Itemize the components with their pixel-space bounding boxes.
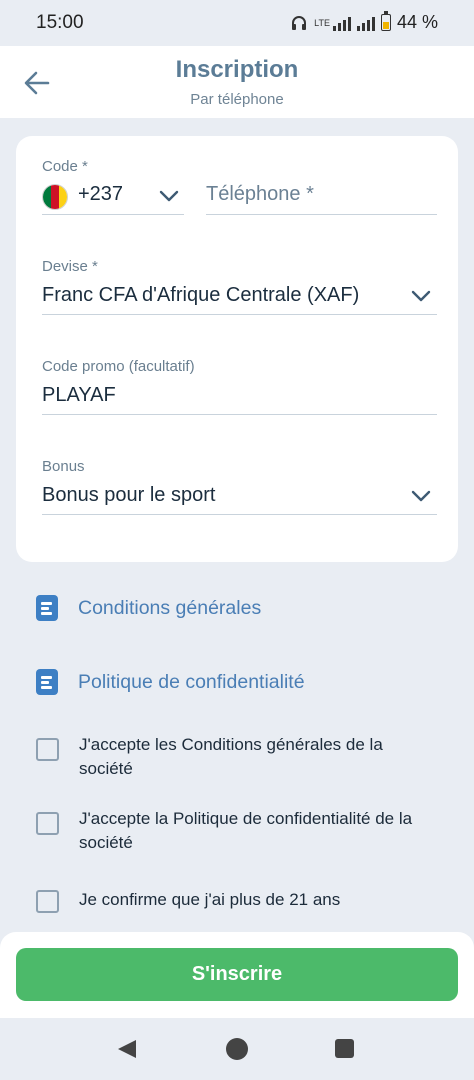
chevron-down-icon[interactable] xyxy=(158,189,180,203)
accept-terms-row[interactable]: J'accepte les Conditions générales de la… xyxy=(36,733,419,781)
bonus-select[interactable]: Bonus pour le sport xyxy=(42,484,215,507)
age-confirm-row[interactable]: Je confirme que j'ai plus de 21 ans xyxy=(36,888,419,913)
terms-link-label: Conditions générales xyxy=(78,596,262,619)
currency-underline xyxy=(42,314,437,315)
accept-privacy-label: J'accepte la Politique de confidentialit… xyxy=(79,809,413,852)
phone-input[interactable]: Téléphone * xyxy=(206,183,314,206)
promo-code-input[interactable]: PLAYAF xyxy=(42,384,116,407)
promo-label: Code promo (facultatif) xyxy=(42,358,195,375)
document-icon xyxy=(36,595,58,621)
page-subtitle: Par téléphone xyxy=(190,91,284,108)
accept-terms-label: J'accepte les Conditions générales de la… xyxy=(79,735,383,778)
page-title: Inscription xyxy=(175,56,299,83)
age-confirm-label: Je confirme que j'ai plus de 21 ans xyxy=(79,890,341,909)
accept-privacy-row[interactable]: J'accepte la Politique de confidentialit… xyxy=(36,807,419,855)
promo-underline xyxy=(42,414,437,415)
nav-home-icon[interactable] xyxy=(226,1038,248,1060)
app-header: Inscription Par téléphone xyxy=(0,46,474,118)
chevron-down-icon[interactable] xyxy=(410,289,432,303)
register-button[interactable]: S'inscrire xyxy=(16,948,458,1001)
network-type: LTE xyxy=(314,17,330,28)
accept-privacy-checkbox[interactable] xyxy=(36,812,59,835)
system-nav-bar xyxy=(0,1018,474,1080)
document-icon xyxy=(36,669,58,695)
status-time: 15:00 xyxy=(36,12,84,33)
terms-link[interactable]: Conditions générales xyxy=(36,595,261,621)
privacy-link[interactable]: Politique de confidentialité xyxy=(36,669,305,695)
currency-label: Devise * xyxy=(42,258,98,275)
status-icons: LTE 44 % xyxy=(290,11,438,33)
privacy-link-label: Politique de confidentialité xyxy=(78,670,305,693)
chevron-down-icon[interactable] xyxy=(410,489,432,503)
country-code-value[interactable]: +237 xyxy=(78,183,123,206)
phone-underline xyxy=(206,214,437,215)
headphones-icon xyxy=(292,15,307,30)
code-label: Code * xyxy=(42,158,88,175)
age-confirm-checkbox[interactable] xyxy=(36,890,59,913)
bottom-panel: S'inscrire xyxy=(0,932,474,1018)
bonus-label: Bonus xyxy=(42,458,85,475)
code-underline xyxy=(42,214,184,215)
nav-back-icon[interactable] xyxy=(116,1038,138,1060)
cameroon-flag-icon xyxy=(42,184,68,210)
nav-recents-icon[interactable] xyxy=(335,1039,354,1058)
bonus-underline xyxy=(42,514,437,515)
status-bar: 15:00 LTE 44 % xyxy=(0,0,474,46)
accept-terms-checkbox[interactable] xyxy=(36,738,59,761)
signal-icon xyxy=(332,15,351,31)
battery-icon xyxy=(380,11,391,31)
currency-select[interactable]: Franc CFA d'Afrique Centrale (XAF) xyxy=(42,284,359,307)
registration-form: Code * +237 Téléphone * Devise * Franc C… xyxy=(16,136,458,562)
battery-percent: 44 % xyxy=(396,12,438,32)
signal-icon-2 xyxy=(356,15,375,31)
